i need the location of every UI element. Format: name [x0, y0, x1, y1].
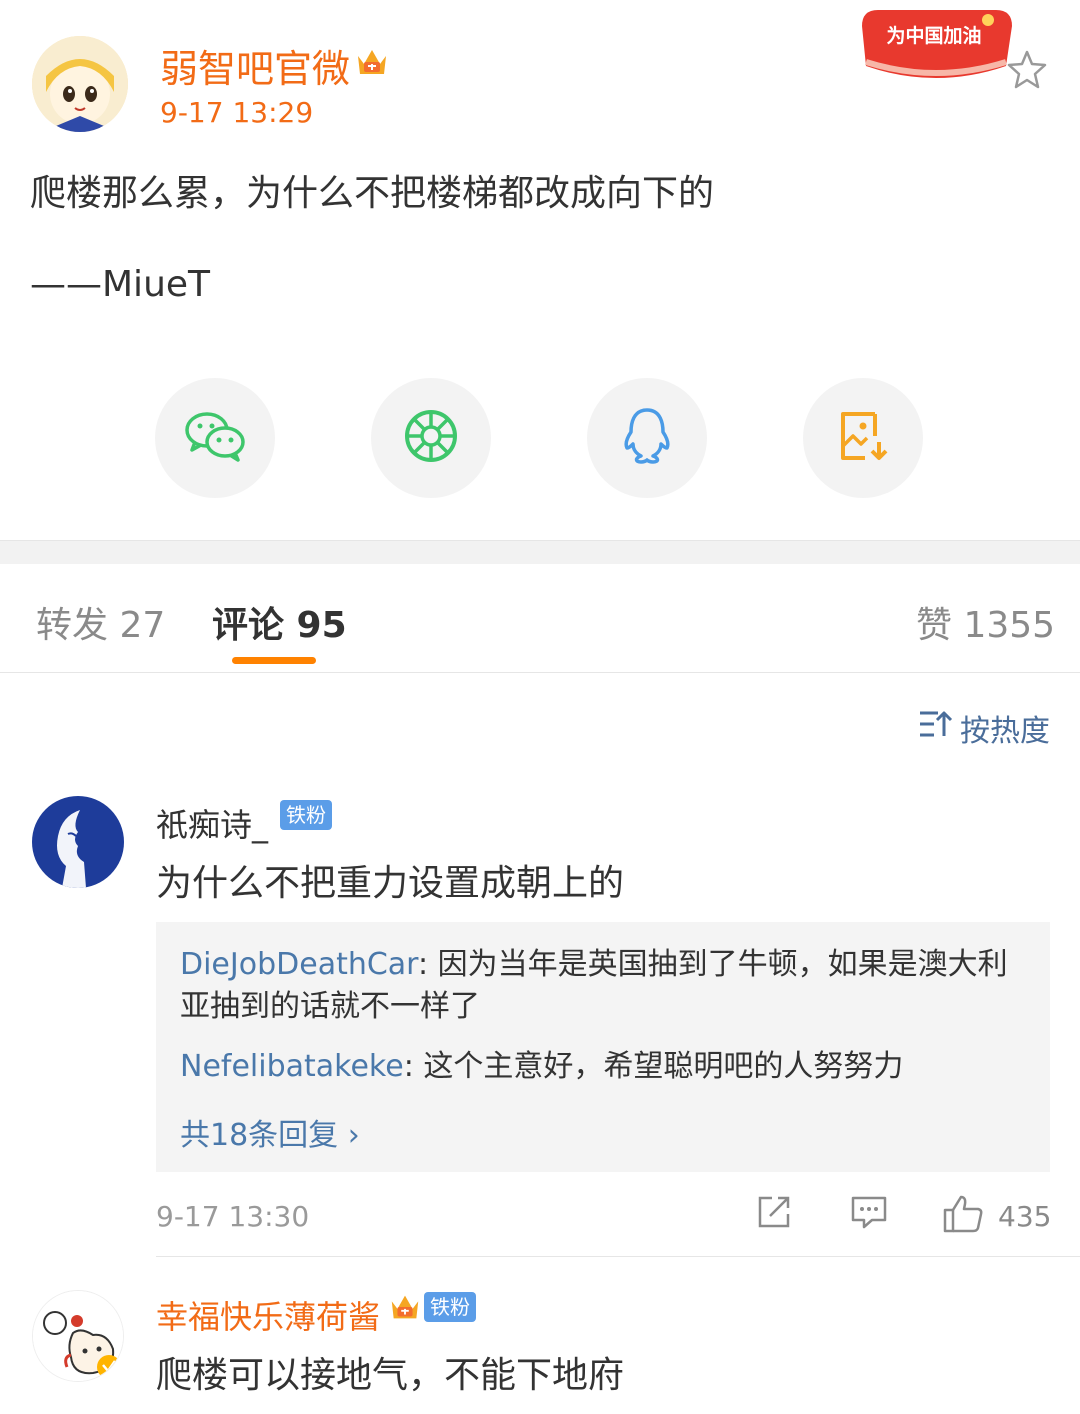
comment-text: 为什么不把重力设置成朝上的 — [156, 863, 625, 904]
reply-preview-box[interactable]: DieJobDeathCar: 因为当年是英国抽到了牛顿，如果是澳大利亚抽到的话… — [156, 922, 1050, 1172]
qq-icon — [621, 406, 673, 470]
section-divider — [0, 540, 1080, 564]
comment-time: 9-17 13:30 — [156, 1200, 310, 1233]
tab-comments[interactable]: 评论 95 — [212, 596, 347, 648]
reply-user[interactable]: Nefelibatakeke — [180, 1049, 404, 1084]
banner-text: 为中国加油 — [886, 24, 981, 47]
fan-badge: 铁粉 — [280, 800, 332, 830]
post-body: 爬楼那么累，为什么不把楼梯都改成向下的 — [30, 173, 715, 214]
favorite-star-icon[interactable] — [1006, 48, 1048, 90]
crown-icon — [388, 1290, 422, 1324]
comment-divider — [156, 1256, 1080, 1257]
save-image-icon — [835, 408, 891, 468]
reply-text: : 这个主意好，希望聪明吧的人努努力 — [403, 1049, 904, 1084]
reply-comment-button[interactable] — [850, 1194, 888, 1234]
wechat-icon — [183, 408, 247, 468]
sort-icon — [918, 708, 960, 748]
view-all-replies-link[interactable]: 共18条回复 › — [180, 1110, 360, 1154]
like-count: 435 — [998, 1200, 1052, 1233]
tab-likes[interactable]: 赞 1355 — [916, 596, 1055, 648]
author-name[interactable]: 弱智吧官微 — [160, 38, 350, 93]
reply-item: Nefelibatakeke: 这个主意好，希望聪明吧的人努努力 — [180, 1046, 1030, 1088]
commenter-avatar[interactable] — [32, 796, 124, 888]
active-tab-indicator — [232, 657, 316, 664]
share-wechat-button[interactable] — [155, 378, 275, 498]
post-time: 9-17 13:29 — [160, 96, 314, 129]
sort-by-hot-button[interactable]: 按热度 — [918, 706, 1050, 750]
repost-comment-button[interactable] — [756, 1194, 792, 1234]
post-signature: ——MiueT — [30, 264, 211, 305]
comment-icon — [850, 1196, 888, 1234]
thumbs-up-icon — [942, 1195, 984, 1238]
reply-user[interactable]: DieJobDeathCar — [180, 947, 418, 982]
moments-icon — [403, 408, 459, 468]
commenter-name[interactable]: 幸福快乐薄荷酱 — [156, 1292, 380, 1338]
share-moments-button[interactable] — [371, 378, 491, 498]
crown-icon — [354, 44, 390, 80]
cheer-banner: 为中国加油 — [856, 6, 1014, 82]
commenter-name[interactable]: 祇痴诗_ — [156, 800, 268, 846]
commenter-avatar[interactable] — [32, 1290, 124, 1382]
save-image-button[interactable] — [803, 378, 923, 498]
like-comment-button[interactable] — [942, 1194, 984, 1238]
tabs-divider — [0, 672, 1080, 673]
share-icon — [756, 1196, 792, 1234]
reply-item: DieJobDeathCar: 因为当年是英国抽到了牛顿，如果是澳大利亚抽到的话… — [180, 944, 1030, 1028]
author-avatar[interactable] — [32, 36, 128, 132]
comment-text: 爬楼可以接地气，不能下地府 — [156, 1355, 625, 1396]
sort-label: 按热度 — [960, 714, 1050, 749]
tab-repost[interactable]: 转发 27 — [36, 596, 165, 648]
fan-badge: 铁粉 — [424, 1292, 476, 1322]
share-qq-button[interactable] — [587, 378, 707, 498]
